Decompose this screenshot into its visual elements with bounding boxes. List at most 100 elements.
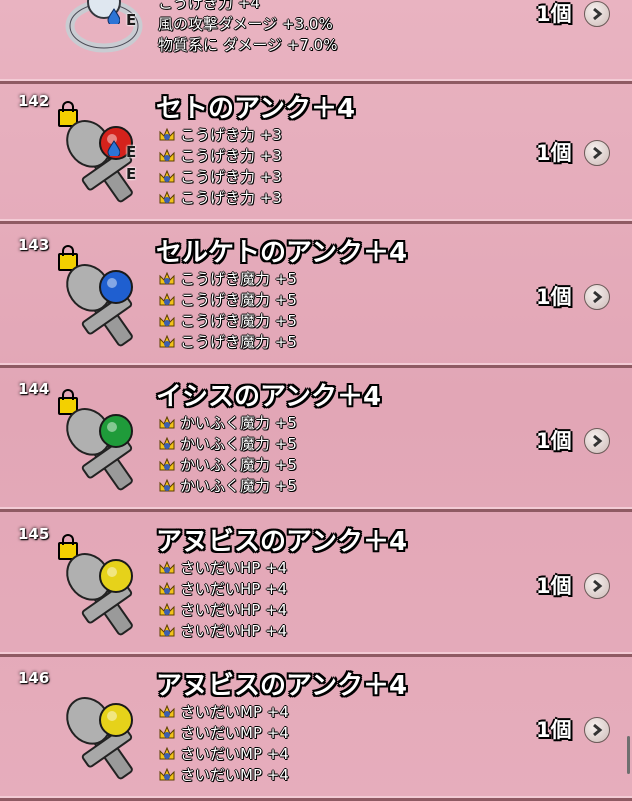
crown-stat-icon — [159, 767, 175, 780]
stat-row: こうげき魔力 +5 — [158, 289, 297, 310]
stat-row: かいふく魔力 +5 — [158, 475, 297, 496]
stat-row: さいだいHP +4 — [158, 620, 287, 641]
stat-list: かいふく魔力 +5 かいふく魔力 +5 かいふく魔力 +5 かいふく魔力 +5 — [158, 412, 297, 496]
stat-label: かいふく魔力 +5 — [180, 477, 297, 495]
quantity-label: 1個 — [536, 285, 572, 309]
stat-label: さいだいHP +4 — [180, 601, 288, 619]
stat-row: こうげき魔力 +5 — [158, 310, 297, 331]
item-number: 144 — [18, 380, 50, 398]
stat-label: こうげき力 +3 — [180, 189, 282, 207]
quantity-label: 1個 — [536, 2, 572, 26]
item-number: 143 — [18, 236, 50, 254]
stat-label: こうげき力 +3 — [180, 168, 282, 186]
crown-stat-icon — [159, 457, 175, 470]
stat-label: 物質系に ダメージ +7.0% — [158, 36, 338, 54]
crown-stat-icon — [159, 292, 175, 305]
crown-stat-icon — [159, 478, 175, 491]
chevron-right-icon[interactable] — [584, 284, 610, 310]
stat-list: こうげき力 +4 風の攻撃ダメージ +3.0% 物質系に ダメージ +7.0% — [158, 0, 337, 55]
stat-row: こうげき力 +4 — [158, 0, 337, 13]
ankh-icon — [66, 697, 133, 780]
scrollbar[interactable] — [627, 736, 630, 774]
list-item[interactable]: 143 セルケトのアンク＋4 こうげき魔力 +5 こうげき魔力 +5 こうげき魔力 +5… — [0, 228, 632, 368]
droplet-icon — [107, 140, 120, 156]
equipped-e-icon: E — [126, 11, 137, 29]
crown-stat-icon — [159, 190, 175, 203]
stat-label: こうげき魔力 +5 — [180, 312, 297, 330]
quantity-label: 1個 — [536, 574, 572, 598]
crown-stat-icon — [159, 602, 175, 615]
crown-stat-icon — [159, 725, 175, 738]
stat-label: こうげき力 +4 — [158, 0, 260, 12]
stat-list: さいだいHP +4 さいだいHP +4 さいだいHP +4 さいだいHP +4 — [158, 557, 287, 641]
crown-stat-icon — [159, 313, 175, 326]
stat-row: さいだいHP +4 — [158, 578, 287, 599]
stat-row: さいだいMP +4 — [158, 722, 289, 743]
stat-row: かいふく魔力 +5 — [158, 433, 297, 454]
crown-stat-icon — [159, 169, 175, 182]
stat-row: さいだいMP +4 — [158, 764, 289, 785]
stat-list: こうげき魔力 +5 こうげき魔力 +5 こうげき魔力 +5 こうげき魔力 +5 — [158, 268, 297, 352]
stat-label: かいふく魔力 +5 — [180, 414, 297, 432]
quantity-label: 1個 — [536, 141, 572, 165]
crown-stat-icon — [159, 127, 175, 140]
droplet-icon — [107, 8, 120, 24]
crown-stat-icon — [159, 334, 175, 347]
stat-label: さいだいHP +4 — [180, 622, 288, 640]
stat-label: かいふく魔力 +5 — [180, 456, 297, 474]
crown-stat-icon — [159, 746, 175, 759]
quantity-label: 1個 — [536, 718, 572, 742]
stat-row: さいだいMP +4 — [158, 743, 289, 764]
stat-label: さいだいMP +4 — [180, 703, 289, 721]
ankh-icon — [66, 264, 133, 347]
stat-row: こうげき力 +3 — [158, 166, 282, 187]
crown-stat-icon — [159, 704, 175, 717]
stat-row: さいだいHP +4 — [158, 599, 287, 620]
stat-row: かいふく魔力 +5 — [158, 454, 297, 475]
stat-label: さいだいHP +4 — [180, 580, 288, 598]
list-item[interactable]: 144 イシスのアンク＋4 かいふく魔力 +5 かいふく魔力 +5 かいふく魔力 +5 か… — [0, 372, 632, 512]
stat-label: 風の攻撃ダメージ +3.0% — [158, 15, 333, 33]
stat-label: こうげき魔力 +5 — [180, 291, 297, 309]
crown-stat-icon — [159, 581, 175, 594]
stat-label: こうげき力 +3 — [180, 126, 282, 144]
item-number: 142 — [18, 92, 50, 110]
stat-label: こうげき魔力 +5 — [180, 333, 297, 351]
chevron-right-icon[interactable] — [584, 1, 610, 27]
crown-stat-icon — [159, 148, 175, 161]
item-name: アヌビスのアンク＋4 — [156, 671, 408, 701]
chevron-right-icon[interactable] — [584, 140, 610, 166]
stat-row: こうげき力 +3 — [158, 124, 282, 145]
stat-row: さいだいHP +4 — [158, 557, 287, 578]
stat-label: さいだいHP +4 — [180, 559, 288, 577]
list-item[interactable]: E こうげき力 +4 風の攻撃ダメージ +3.0% 物質系に ダメージ +7.0… — [0, 0, 632, 84]
stat-label: こうげき力 +3 — [180, 147, 282, 165]
stat-row: さいだいMP +4 — [158, 701, 289, 722]
stat-row: 物質系に ダメージ +7.0% — [158, 34, 337, 55]
crown-stat-icon — [159, 271, 175, 284]
stat-label: さいだいMP +4 — [180, 745, 289, 763]
stat-list: さいだいMP +4 さいだいMP +4 さいだいMP +4 さいだいMP +4 — [158, 701, 289, 785]
equipped-e-icon: E — [126, 165, 137, 183]
stat-row: こうげき力 +3 — [158, 187, 282, 208]
item-number: 146 — [18, 669, 50, 687]
crown-stat-icon — [159, 415, 175, 428]
item-name: アヌビスのアンク＋4 — [156, 527, 408, 557]
item-name: イシスのアンク＋4 — [156, 382, 382, 412]
stat-row: こうげき魔力 +5 — [158, 268, 297, 289]
list-item[interactable]: 145 アヌビスのアンク＋4 さいだいHP +4 さいだいHP +4 さいだいHP +4… — [0, 517, 632, 657]
chevron-right-icon[interactable] — [584, 573, 610, 599]
list-item[interactable]: 146 アヌビスのアンク＋4 さいだいMP +4 さいだいMP +4 さいだいMP +4… — [0, 661, 632, 801]
stat-row: こうげき力 +3 — [158, 145, 282, 166]
item-name: セトのアンク＋4 — [156, 94, 356, 124]
stat-label: こうげき魔力 +5 — [180, 270, 297, 288]
stat-row: こうげき魔力 +5 — [158, 331, 297, 352]
stat-row: 風の攻撃ダメージ +3.0% — [158, 13, 337, 34]
chevron-right-icon[interactable] — [584, 428, 610, 454]
list-item[interactable]: 142 E E セトのアンク＋4 こうげき力 +3 こうげき力 +3 こうげき力 +3 こうげ… — [0, 84, 632, 224]
item-name: セルケトのアンク＋4 — [156, 238, 408, 268]
ankh-icon — [66, 553, 133, 636]
item-number: 145 — [18, 525, 50, 543]
chevron-right-icon[interactable] — [584, 717, 610, 743]
quantity-label: 1個 — [536, 429, 572, 453]
